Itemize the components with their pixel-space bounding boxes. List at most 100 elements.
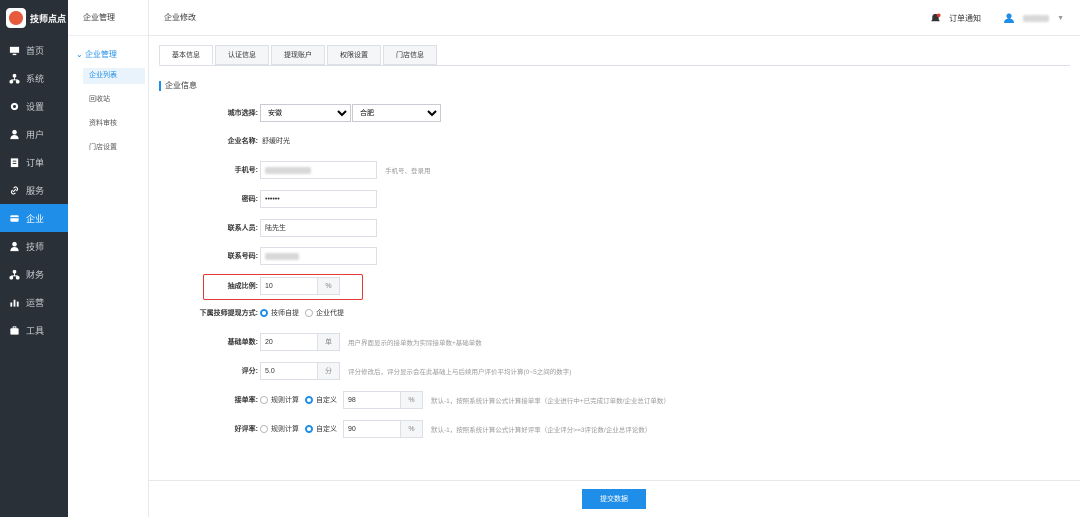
- submit-button[interactable]: 提交数据: [582, 489, 646, 509]
- withdraw-self-radio[interactable]: 技师自提: [260, 308, 299, 318]
- logo-icon: [6, 8, 26, 28]
- tel-row: 联系号码:: [149, 247, 377, 265]
- accept-rule-label: 规则计算: [271, 397, 299, 404]
- withdraw-self-label: 技师自提: [271, 310, 299, 317]
- sidebar-item-label: 订单: [26, 157, 45, 168]
- tel-input[interactable]: [260, 247, 377, 265]
- radio-unchecked-icon: [260, 425, 268, 433]
- province-select[interactable]: 安徽: [260, 104, 351, 122]
- sub-item-data-review[interactable]: 资料审核: [83, 116, 145, 132]
- chart-icon: [8, 296, 20, 308]
- phone-input[interactable]: [260, 161, 377, 179]
- user-icon: [8, 128, 20, 140]
- good-rate-label: 好评率:: [234, 426, 258, 433]
- top-bar: 企业修改 订单通知 ▼: [149, 0, 1080, 36]
- tab-store-info[interactable]: 门店信息: [383, 45, 437, 65]
- good-custom-radio[interactable]: 自定义: [305, 424, 337, 434]
- contact-row: 联系人员: 陆先生: [149, 219, 377, 237]
- app-name: 技师点点: [30, 13, 67, 24]
- sidebar-item-4[interactable]: 订单: [0, 148, 68, 176]
- base-orders-row: 基础单数: 20 单 用户界面显示的接单数为实际接单数+基础单数: [149, 333, 482, 351]
- accept-rate-label: 接单率:: [234, 397, 258, 404]
- sub-item-recycle-bin[interactable]: 回收站: [83, 92, 145, 108]
- score-label: 评分:: [241, 368, 258, 375]
- phone-hint: 手机号、登录用: [385, 168, 431, 175]
- briefcase-icon: [8, 324, 20, 336]
- ratio-label: 抽成比例:: [227, 283, 258, 290]
- contact-input[interactable]: 陆先生: [260, 219, 377, 237]
- sidebar-item-label: 首页: [26, 45, 45, 56]
- sitemap-icon: [8, 268, 20, 280]
- radio-checked-icon: [305, 425, 313, 433]
- sidebar-item-2[interactable]: 设置: [0, 92, 68, 120]
- tab-certification[interactable]: 认证信息: [215, 45, 269, 65]
- sub-sidebar-title: 企业管理: [68, 0, 148, 36]
- sidebar-item-7[interactable]: 技师: [0, 232, 68, 260]
- city-select[interactable]: 合肥: [352, 104, 441, 122]
- good-rate-input[interactable]: 90: [343, 420, 401, 438]
- order-notice-link[interactable]: 订单通知: [949, 13, 981, 24]
- sub-group-enterprise[interactable]: ⌄ 企业管理: [68, 36, 148, 66]
- username-redacted: [1023, 14, 1050, 22]
- sidebar-item-3[interactable]: 用户: [0, 120, 68, 148]
- good-rule-radio[interactable]: 规则计算: [260, 424, 299, 434]
- link-icon: [8, 184, 20, 196]
- monitor-icon: [8, 44, 20, 56]
- withdraw-enterprise-label: 企业代提: [316, 310, 344, 317]
- sub-sidebar: 企业管理 ⌄ 企业管理 企业列表 回收站 资料审核 门店设置: [68, 0, 149, 517]
- withdraw-label: 下属技师提现方式:: [199, 310, 258, 317]
- base-orders-label: 基础单数:: [227, 339, 258, 346]
- good-custom-label: 自定义: [316, 426, 337, 433]
- chevron-down-icon[interactable]: ▼: [1057, 15, 1064, 22]
- page-title: 企业修改: [164, 13, 196, 22]
- sidebar-item-label: 技师: [26, 241, 45, 252]
- sub-item-enterprise-list[interactable]: 企业列表: [83, 68, 145, 84]
- accept-rate-hint: 默认-1，按照系统计算公式计算接单率（企业进行中+已完成订单数/企业总订单数）: [431, 398, 670, 405]
- radio-checked-icon: [260, 309, 268, 317]
- sidebar-item-label: 运营: [26, 297, 45, 308]
- name-label: 企业名称:: [227, 138, 258, 145]
- tab-withdraw-account[interactable]: 提现账户: [271, 45, 325, 65]
- sub-item-store-settings[interactable]: 门店设置: [83, 140, 145, 156]
- main-sidebar: 技师点点 首页系统 设置 用户订单服务 企业技师财务运营工具: [0, 0, 68, 517]
- sidebar-item-8[interactable]: 财务: [0, 260, 68, 288]
- score-unit: 分: [318, 362, 340, 380]
- city-label: 城市选择:: [227, 110, 258, 117]
- score-input[interactable]: 5.0: [260, 362, 318, 380]
- score-row: 评分: 5.0 分 评分修改后，评分显示会在此基础上与后续用户评价平均计算(0~…: [149, 362, 571, 380]
- gear-icon: [8, 100, 20, 112]
- accept-rate-row: 接单率: 规则计算 自定义 98 % 默认-1，按照系统计算公式计算接单率（企业…: [149, 391, 670, 409]
- bell-icon[interactable]: [930, 12, 941, 24]
- good-rate-hint: 默认-1，按照系统计算公式计算好评率（企业评分>=3评论数/企业总评论数）: [431, 427, 652, 434]
- app-logo[interactable]: 技师点点: [0, 0, 68, 36]
- base-orders-input[interactable]: 20: [260, 333, 318, 351]
- tab-permissions[interactable]: 权限设置: [327, 45, 381, 65]
- phone-row: 手机号: 手机号、登录用: [149, 161, 431, 179]
- tab-divider: [159, 65, 1070, 66]
- sidebar-item-1[interactable]: 系统: [0, 64, 68, 92]
- city-row: 城市选择: 安徽 合肥: [149, 104, 441, 122]
- accept-rate-input[interactable]: 98: [343, 391, 401, 409]
- phone-label: 手机号:: [234, 167, 258, 174]
- user-icon: [8, 240, 20, 252]
- sidebar-item-5[interactable]: 服务: [0, 176, 68, 204]
- sitemap-icon: [8, 72, 20, 84]
- contact-label: 联系人员:: [227, 225, 258, 232]
- sidebar-item-9[interactable]: 运营: [0, 288, 68, 316]
- sidebar-item-6[interactable]: 企业: [0, 204, 68, 232]
- tab-basic-info[interactable]: 基本信息: [159, 45, 213, 65]
- sidebar-item-label: 财务: [26, 269, 45, 280]
- good-rate-unit: %: [401, 420, 423, 438]
- avatar[interactable]: [1003, 12, 1015, 24]
- sidebar-item-10[interactable]: 工具: [0, 316, 68, 344]
- ratio-input[interactable]: 10: [260, 277, 318, 295]
- password-input[interactable]: ••••••: [260, 190, 377, 208]
- password-label: 密码:: [241, 196, 258, 203]
- accept-rule-radio[interactable]: 规则计算: [260, 395, 299, 405]
- withdraw-enterprise-radio[interactable]: 企业代提: [305, 308, 344, 318]
- accept-custom-radio[interactable]: 自定义: [305, 395, 337, 405]
- sidebar-item-0[interactable]: 首页: [0, 36, 68, 64]
- score-hint: 评分修改后，评分显示会在此基础上与后续用户评价平均计算(0~5之间的数字): [348, 369, 572, 376]
- name-row: 企业名称: 舒缓时光: [149, 136, 290, 146]
- main-content: 基本信息 认证信息 提现账户 权限设置 门店信息 企业信息 城市选择: 安徽 合…: [149, 36, 1080, 517]
